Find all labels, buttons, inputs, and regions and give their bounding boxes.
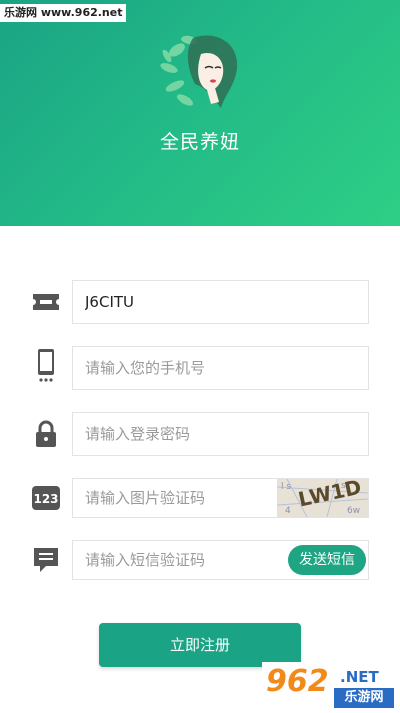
image-code-row: 123 l ss6w4 LW1D xyxy=(0,478,400,522)
message-icon xyxy=(30,544,62,576)
svg-text:6w: 6w xyxy=(347,506,360,516)
header-banner: 乐游网 www.962.net 全民养妞 xyxy=(0,0,400,226)
app-logo xyxy=(155,28,247,120)
invite-code-field[interactable] xyxy=(72,280,369,324)
ticket-icon xyxy=(30,286,62,318)
invite-code-row xyxy=(0,280,400,324)
watermark-domain: .NET xyxy=(340,668,379,686)
watermark-site-name: 乐游网 xyxy=(334,688,394,708)
site-watermark: 乐游网 www.962.net xyxy=(0,4,127,22)
password-field[interactable] xyxy=(72,412,369,456)
lock-icon xyxy=(30,418,62,450)
send-sms-button[interactable]: 发送短信 xyxy=(288,545,366,575)
svg-text:l s: l s xyxy=(281,482,291,492)
phone-icon xyxy=(30,349,62,382)
register-button[interactable]: 立即注册 xyxy=(99,623,301,667)
password-row xyxy=(0,412,400,456)
svg-text:4: 4 xyxy=(285,506,291,516)
svg-text:123: 123 xyxy=(33,492,58,506)
girl-logo-icon xyxy=(160,35,238,109)
site-watermark-badge: 962 .NET 乐游网 xyxy=(262,662,400,713)
watermark-number: 962 xyxy=(266,664,329,699)
phone-field[interactable] xyxy=(72,346,369,390)
sms-code-row: 发送短信 xyxy=(0,540,400,584)
phone-row xyxy=(0,346,400,390)
captcha-image[interactable]: l s s 6w 4 LW1D xyxy=(277,479,368,517)
app-title: 全民养妞 xyxy=(159,131,240,153)
number-123-icon: 123 xyxy=(30,482,62,514)
